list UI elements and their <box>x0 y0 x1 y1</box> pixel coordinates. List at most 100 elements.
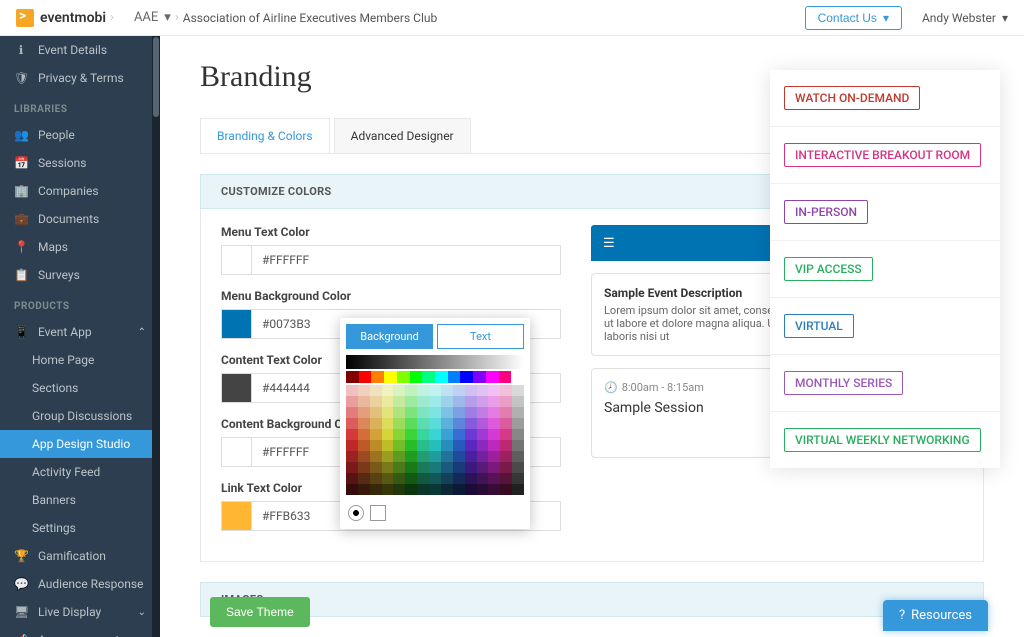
tag-row: INTERACTIVE BREAKOUT ROOM <box>770 127 1000 184</box>
sidebar-item-documents[interactable]: 💼Documents <box>0 205 160 233</box>
contact-us-button[interactable]: Contact Us ▾ <box>805 6 902 30</box>
picker-grayscale-row[interactable] <box>346 355 524 369</box>
tag-row: MONTHLY SERIES <box>770 355 1000 412</box>
color-picker-popover[interactable]: Background Text <box>340 318 530 529</box>
sidebar-item-privacy[interactable]: 🛡 Privacy & Terms <box>0 64 160 92</box>
picker-color-grid[interactable] <box>346 385 524 495</box>
color-swatch <box>222 374 252 402</box>
picker-hue-row[interactable] <box>346 371 524 383</box>
people-icon: 👥 <box>14 128 28 142</box>
tag-badge[interactable]: WATCH ON-DEMAND <box>784 86 920 110</box>
tag-badge[interactable]: INTERACTIVE BREAKOUT ROOM <box>784 143 981 167</box>
breadcrumb-sep: › <box>110 10 114 25</box>
color-label: Menu Background Color <box>221 289 561 303</box>
palette-icon[interactable] <box>348 505 364 521</box>
tab-advanced-designer[interactable]: Advanced Designer <box>334 118 471 153</box>
tag-badge[interactable]: VIRTUAL <box>784 314 854 338</box>
sidebar-item-surveys[interactable]: 📋Surveys <box>0 261 160 289</box>
tag-badge[interactable]: IN-PERSON <box>784 200 868 224</box>
save-theme-button[interactable]: Save Theme <box>210 597 310 627</box>
sidebar-item-label: App Design Studio <box>32 437 130 451</box>
sidebar-item-gamification[interactable]: 🏆 Gamification <box>0 542 160 570</box>
chevron-down-icon: ▾ <box>1002 11 1008 25</box>
sidebar-item-companies[interactable]: 🏢 Companies <box>0 177 160 205</box>
sidebar-item-live-display[interactable]: 🖥Live Display⌄ <box>0 598 160 626</box>
sidebar-item-group-discussions[interactable]: Group Discussions <box>0 402 160 430</box>
sidebar-item-label: People <box>38 128 75 142</box>
user-name: Andy Webster <box>922 11 996 25</box>
tab-branding-colors[interactable]: Branding & Colors <box>200 118 330 153</box>
megaphone-icon: 📣 <box>14 633 28 637</box>
sidebar-item-sections[interactable]: Sections <box>0 374 160 402</box>
color-swatch <box>222 246 252 274</box>
color-input-menu-text[interactable]: #FFFFFF <box>221 245 561 275</box>
tag-badge[interactable]: VIRTUAL WEEKLY NETWORKING <box>784 428 981 452</box>
phone-icon: 📱 <box>14 325 28 339</box>
user-menu[interactable]: Andy Webster ▾ <box>922 11 1008 25</box>
color-swatch <box>222 502 252 530</box>
sidebar-item-event-app[interactable]: 📱 Event App ⌃ <box>0 318 160 346</box>
tag-row: VIRTUAL <box>770 298 1000 355</box>
sidebar-item-label: Group Discussions <box>32 409 132 423</box>
breadcrumb-sep: › <box>175 10 179 25</box>
sidebar-item-people[interactable]: 👥 People <box>0 121 160 149</box>
panel-header-images: IMAGES <box>200 582 984 617</box>
picker-tab-background[interactable]: Background <box>346 324 433 349</box>
building-icon: 🏢 <box>14 184 28 198</box>
sidebar-item-label: Gamification <box>38 549 106 563</box>
logo[interactable]: eventmobi <box>16 9 106 27</box>
sidebar-item-label: Surveys <box>38 268 80 282</box>
sidebar-item-label: Companies <box>38 184 99 198</box>
shield-icon: 🛡 <box>14 71 28 85</box>
trophy-icon: 🏆 <box>14 549 28 563</box>
logo-text: eventmobi <box>40 10 106 26</box>
hex-value: #FFFFFF <box>252 445 319 459</box>
sidebar-section-libraries: LIBRARIES <box>0 92 160 121</box>
color-swatch <box>222 438 252 466</box>
contact-label: Contact Us <box>818 11 877 25</box>
sidebar-item-label: Documents <box>38 212 99 226</box>
sidebar-item-label: Event App <box>38 325 92 339</box>
sidebar: ℹEvent Details 🛡 Privacy & Terms LIBRARIE… <box>0 36 160 637</box>
resources-label: Resources <box>911 608 972 623</box>
sidebar-item-app-design-studio[interactable]: App Design Studio <box>0 430 160 458</box>
color-row-menu-text: Menu Text Color #FFFFFF <box>221 225 561 275</box>
calendar-icon: 📅 <box>14 156 28 170</box>
color-swatch <box>222 310 252 338</box>
sidebar-item-sessions[interactable]: 📅 Sessions <box>0 149 160 177</box>
chevron-up-icon: ⌃ <box>138 327 146 338</box>
color-label: Menu Text Color <box>221 225 561 239</box>
sidebar-item-label: Announcements <box>38 633 125 637</box>
sidebar-item-maps[interactable]: 📍Maps <box>0 233 160 261</box>
selected-color-swatch <box>370 505 386 521</box>
org-code: AAE <box>134 10 158 25</box>
clock-icon: 🕗 <box>604 381 618 394</box>
tag-badge[interactable]: VIP ACCESS <box>784 257 873 281</box>
tag-row: WATCH ON-DEMAND <box>770 70 1000 127</box>
sidebar-item-label: Home Page <box>32 353 94 367</box>
logo-icon <box>16 9 34 27</box>
sidebar-item-announcements[interactable]: 📣 Announcements <box>0 626 160 637</box>
sidebar-item-audience-response[interactable]: 💬Audience Response <box>0 570 160 598</box>
resources-button[interactable]: ?Resources <box>883 600 988 631</box>
tag-panel: WATCH ON-DEMAND INTERACTIVE BREAKOUT ROOM… <box>770 70 1000 468</box>
sidebar-item-home-page[interactable]: Home Page <box>0 346 160 374</box>
sidebar-item-event-details[interactable]: ℹEvent Details <box>0 36 160 64</box>
sidebar-item-banners[interactable]: Banners <box>0 486 160 514</box>
picker-tab-text[interactable]: Text <box>437 324 524 349</box>
chat-icon: 💬 <box>14 577 28 591</box>
sidebar-item-label: Privacy & Terms <box>38 71 124 85</box>
tag-badge[interactable]: MONTHLY SERIES <box>784 371 903 395</box>
sidebar-item-label: Sessions <box>38 156 86 170</box>
sidebar-item-activity-feed[interactable]: Activity Feed <box>0 458 160 486</box>
monitor-icon: 🖥 <box>14 605 28 619</box>
tag-row: VIP ACCESS <box>770 241 1000 298</box>
sidebar-item-label: Sections <box>32 381 78 395</box>
sidebar-scrollbar[interactable] <box>152 36 160 637</box>
hamburger-icon[interactable]: ☰ <box>603 236 615 251</box>
org-selector[interactable]: AAE ▾ <box>134 10 171 25</box>
sidebar-item-settings[interactable]: Settings <box>0 514 160 542</box>
sidebar-item-label: Banners <box>32 493 76 507</box>
sidebar-item-label: Maps <box>38 240 68 254</box>
event-name: Association of Airline Executives Member… <box>183 11 438 25</box>
